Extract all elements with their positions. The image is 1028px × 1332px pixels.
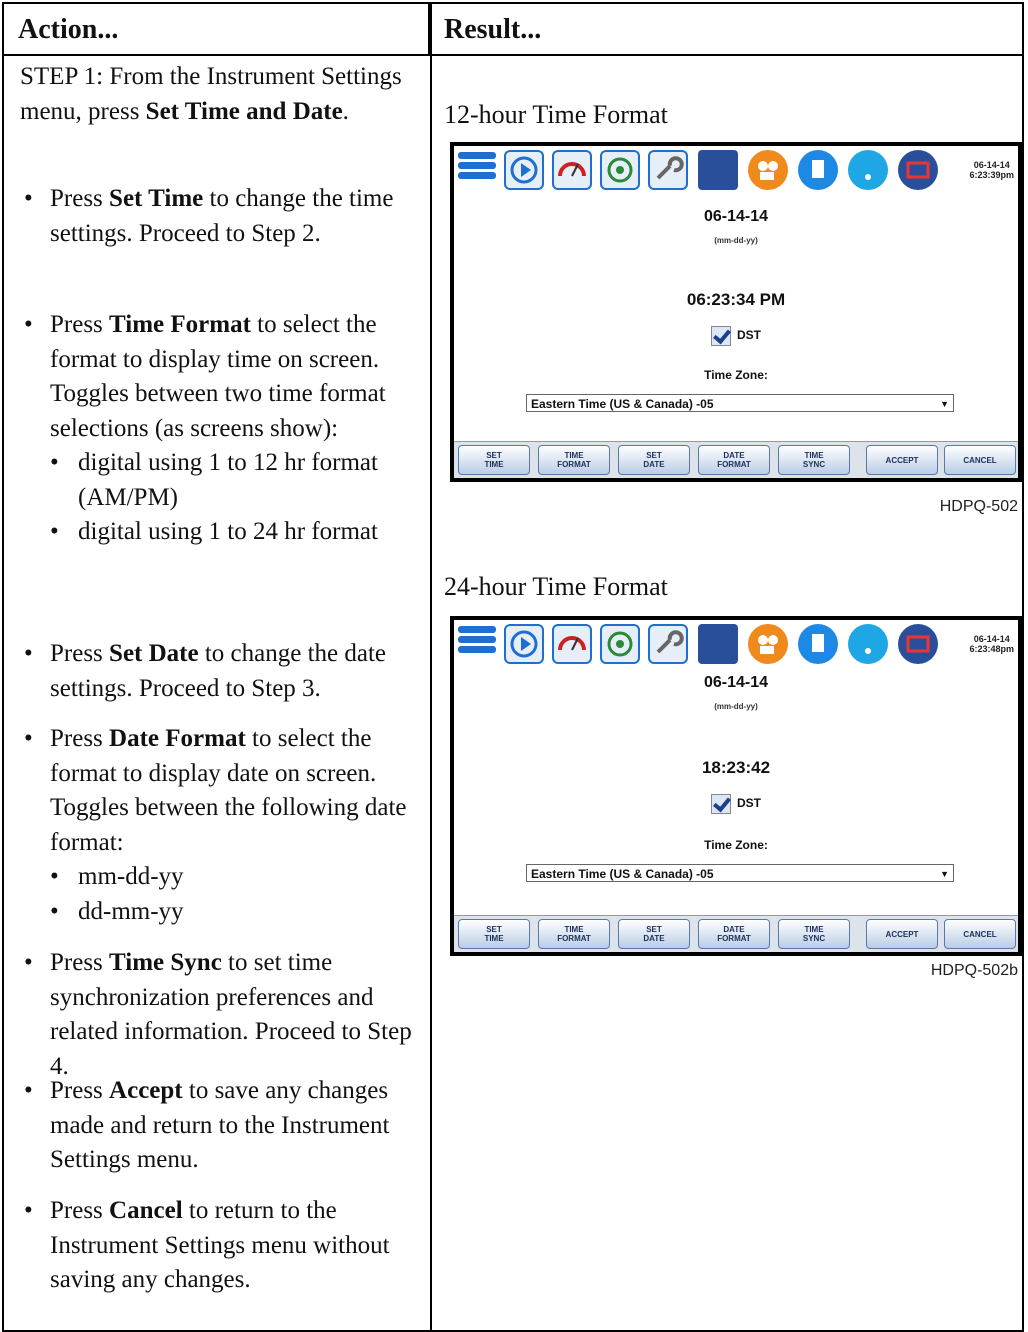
checkmark-icon [711,326,731,346]
softkey-bar: SET TIME TIME FORMAT SET DATE DATE FORMA… [454,441,1018,478]
date-format-hint: (mm-dd-yy) [714,702,758,711]
bullet-date-format: • Press Date Format to select the format… [20,722,418,929]
screen-icon[interactable] [698,150,738,190]
dst-checkbox[interactable]: DST [454,326,1018,346]
toolbar: 06-14-14 6:23:39pm [454,146,1018,196]
device-screen-24hr: 06-14-14 6:23:48pm 06-14-14 (mm-dd-yy) 18… [450,616,1022,956]
device-screen-12hr: 06-14-14 6:23:39pm 06-14-14 (mm-dd-yy) 06… [450,142,1022,482]
play-icon[interactable] [504,150,544,190]
bullet-set-time: • Press Set Time to change the time sett… [24,185,394,247]
time-format-button[interactable]: TIME FORMAT [538,919,610,949]
time-zone-label: Time Zone: [704,838,768,852]
time-format-button[interactable]: TIME FORMAT [538,445,610,475]
bullet-accept: • Press Accept to save any changes made … [24,1077,390,1173]
document-icon[interactable] [798,624,838,664]
time-zone-select[interactable]: Eastern Time (US & Canada) -05 ▼ [526,394,954,412]
action-header: Action... [4,4,430,56]
set-time-button[interactable]: SET TIME [458,919,530,949]
instruction-table: Action... Result... STEP 1: From the Ins… [2,2,1024,1332]
eye-icon[interactable] [600,624,640,664]
softkey-bar: SET TIME TIME FORMAT SET DATE DATE FORMA… [454,915,1018,952]
time-sync-button[interactable]: TIME SYNC [778,919,850,949]
wireless-icon[interactable] [848,624,888,664]
document-icon[interactable] [798,150,838,190]
sub-bullet-24hr: • digital using 1 to 24 hr format [50,518,378,545]
set-date-button[interactable]: SET DATE [618,445,690,475]
sub-bullet-mm-dd-yy: • mm-dd-yy [50,863,184,890]
set-time-button[interactable]: SET TIME [458,445,530,475]
set-date-button[interactable]: SET DATE [618,919,690,949]
wrench-icon[interactable] [648,150,688,190]
menu-icon[interactable] [458,152,496,186]
cancel-button[interactable]: CANCEL [944,445,1016,475]
sub-bullet-12hr: • digital using 1 to 12 hr format (AM/PM) [50,449,378,511]
bullet-set-date: • Press Set Date to change the date sett… [24,640,387,702]
battery-icon[interactable] [898,150,938,190]
checkmark-icon [711,794,731,814]
format-label-24hr: 24-hour Time Format [444,572,668,601]
time-sync-button[interactable]: TIME SYNC [778,445,850,475]
dst-checkbox[interactable]: DST [454,794,1018,814]
eye-icon[interactable] [600,150,640,190]
time-display: 18:23:42 [701,758,771,777]
time-zone-label: Time Zone: [704,368,768,382]
bullet-time-format: • Press Time Format to select the format… [20,308,418,550]
gauge-icon[interactable] [552,150,592,190]
toolbar: 06-14-14 6:23:48pm [454,620,1018,670]
figure-code-24hr: HDPQ-502b [930,962,1018,979]
column-divider [430,4,432,1330]
dropdown-arrow-icon: ▼ [940,399,949,409]
camera-icon[interactable] [748,624,788,664]
date-format-button[interactable]: DATE FORMAT [698,919,770,949]
cancel-button[interactable]: CANCEL [944,919,1016,949]
accept-button[interactable]: ACCEPT [866,919,938,949]
bullet-time-sync: • Press Time Sync to set time synchroniz… [24,949,412,1080]
accept-button[interactable]: ACCEPT [866,445,938,475]
gauge-icon[interactable] [552,624,592,664]
camera-icon[interactable] [748,150,788,190]
date-display: 06-14-14 [703,674,769,691]
result-header: Result... [430,4,1024,56]
status-clock: 06-14-14 6:23:39pm [969,160,1014,180]
date-display: 06-14-14 [703,208,769,225]
battery-icon[interactable] [898,624,938,664]
format-label-12hr: 12-hour Time Format [444,100,668,129]
screen-icon[interactable] [698,624,738,664]
sub-bullet-dd-mm-yy: • dd-mm-yy [50,897,184,925]
time-display: 06:23:34 PM [686,290,786,309]
wrench-icon[interactable] [648,624,688,664]
bullet-cancel: • Press Cancel to return to the Instrume… [24,1197,390,1293]
date-format-hint: (mm-dd-yy) [714,236,758,245]
figure-code-12hr: HDPQ-502 [939,498,1018,515]
step-1-text: STEP 1: From the Instrument Settings men… [20,63,402,125]
play-icon[interactable] [504,624,544,664]
menu-icon[interactable] [458,626,496,660]
date-format-button[interactable]: DATE FORMAT [698,445,770,475]
time-zone-select[interactable]: Eastern Time (US & Canada) -05 ▼ [526,864,954,882]
dropdown-arrow-icon: ▼ [940,869,949,879]
wireless-icon[interactable] [848,150,888,190]
status-clock: 06-14-14 6:23:48pm [969,634,1014,654]
